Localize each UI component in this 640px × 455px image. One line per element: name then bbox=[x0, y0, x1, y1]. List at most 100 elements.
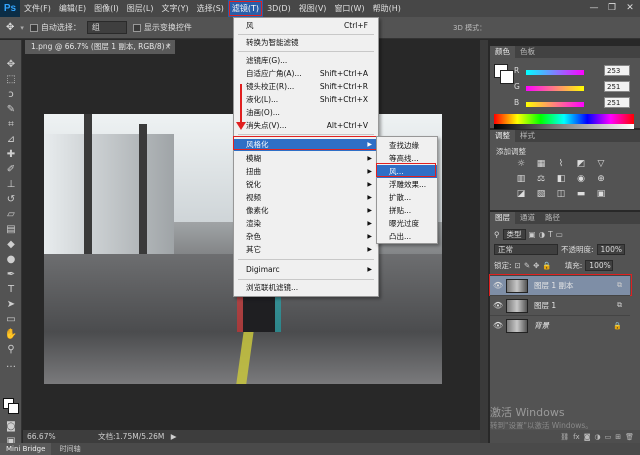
quick-mask-icon[interactable]: ◙ bbox=[3, 420, 19, 433]
invert-icon[interactable]: ◪ bbox=[514, 188, 528, 200]
new-group-icon[interactable]: ▭ bbox=[605, 433, 612, 441]
brightness-icon[interactable]: ☼ bbox=[514, 158, 528, 170]
document-tab[interactable]: 1.png @ 66.7% (图层 1 副本, RGB/8) * × bbox=[25, 40, 175, 54]
menu-3d[interactable]: 3D(D) bbox=[263, 0, 295, 17]
link-layers-icon[interactable]: ⛓ bbox=[560, 433, 569, 441]
green-slider[interactable]: G 251 bbox=[514, 81, 636, 94]
tab-mini-bridge[interactable]: Mini Bridge bbox=[0, 443, 52, 455]
eyedropper-icon[interactable]: ⊿ bbox=[3, 133, 19, 146]
menu-window[interactable]: 窗口(W) bbox=[330, 0, 368, 17]
filter-render[interactable]: 渲染 ▶ bbox=[234, 218, 378, 230]
restore-icon[interactable]: ❐ bbox=[604, 0, 620, 17]
filter-pixelate[interactable]: 像素化 ▶ bbox=[234, 205, 378, 217]
lasso-icon[interactable]: ↄ bbox=[3, 88, 19, 101]
red-slider[interactable]: R 253 bbox=[514, 65, 636, 78]
new-layer-icon[interactable]: ⊞ bbox=[615, 433, 621, 441]
filter-lens-correction[interactable]: 镜头校正(R)... Shift+Ctrl+R bbox=[234, 81, 378, 93]
filter-adaptive-wide-angle[interactable]: 自适应广角(A)... Shift+Ctrl+A bbox=[234, 68, 378, 80]
hue-saturation-icon[interactable]: ▥ bbox=[514, 173, 528, 185]
filter-last-wind[interactable]: 风 Ctrl+F bbox=[234, 20, 378, 32]
close-icon[interactable]: ✕ bbox=[622, 0, 638, 17]
exposure-icon[interactable]: ◩ bbox=[574, 158, 588, 170]
gradient-map-icon[interactable]: ▬ bbox=[574, 188, 588, 200]
tab-styles[interactable]: 样式 bbox=[515, 130, 540, 142]
stylize-trace-contour[interactable]: 等高线... bbox=[377, 152, 437, 165]
fill-field[interactable]: 100% bbox=[585, 260, 614, 271]
type-icon[interactable]: T bbox=[3, 283, 19, 296]
tool-preset-arrow-icon[interactable]: ▾ bbox=[20, 24, 24, 32]
photo-filter-icon[interactable]: ◉ bbox=[574, 173, 588, 185]
stylize-wind[interactable]: 风... bbox=[377, 165, 437, 178]
grayscale-ramp[interactable] bbox=[494, 124, 634, 129]
close-document-icon[interactable]: × bbox=[165, 40, 171, 54]
filter-shape-icon[interactable]: ▭ bbox=[556, 230, 563, 239]
brush-icon[interactable]: ✐ bbox=[3, 163, 19, 176]
delete-layer-icon[interactable]: 🗑 bbox=[625, 433, 634, 441]
menu-select[interactable]: 选择(S) bbox=[193, 0, 228, 17]
menu-layer[interactable]: 图层(L) bbox=[123, 0, 158, 17]
zoom-icon[interactable]: ⚲ bbox=[3, 343, 19, 356]
red-value-field[interactable]: 253 bbox=[604, 65, 630, 76]
tab-channels[interactable]: 通道 bbox=[515, 212, 540, 224]
filter-browse-online[interactable]: 浏览联机滤镜... bbox=[234, 282, 378, 294]
quick-select-icon[interactable]: ✎ bbox=[3, 103, 19, 116]
filter-distort[interactable]: 扭曲 ▶ bbox=[234, 166, 378, 178]
filter-vanishing-point[interactable]: 消失点(V)... Alt+Ctrl+V bbox=[234, 120, 378, 132]
levels-icon[interactable]: ▦ bbox=[534, 158, 548, 170]
opacity-field[interactable]: 100% bbox=[596, 244, 625, 255]
lock-transparency-icon[interactable]: ⊡ bbox=[515, 261, 521, 270]
auto-select-dropdown[interactable]: 组 bbox=[86, 21, 127, 34]
menu-edit[interactable]: 编辑(E) bbox=[55, 0, 90, 17]
filter-liquify[interactable]: 液化(L)... Shift+Ctrl+X bbox=[234, 94, 378, 106]
layer-style-icon[interactable]: fx bbox=[573, 433, 580, 441]
color-balance-icon[interactable]: ⚖ bbox=[534, 173, 548, 185]
posterize-icon[interactable]: ▧ bbox=[534, 188, 548, 200]
curves-icon[interactable]: ⌇ bbox=[554, 158, 568, 170]
crop-icon[interactable]: ⌗ bbox=[3, 118, 19, 131]
vibrance-icon[interactable]: ▽ bbox=[594, 158, 608, 170]
tab-paths[interactable]: 路径 bbox=[540, 212, 565, 224]
filter-text-icon[interactable]: T bbox=[548, 230, 553, 239]
channel-mixer-icon[interactable]: ⊕ bbox=[594, 173, 608, 185]
green-value-field[interactable]: 251 bbox=[604, 81, 630, 92]
healing-brush-icon[interactable]: ✚ bbox=[3, 148, 19, 161]
minimize-icon[interactable]: — bbox=[586, 0, 602, 17]
layer-kind-filter[interactable]: 类型 bbox=[502, 229, 526, 240]
filter-digimarc[interactable]: Digimarc ▶ bbox=[234, 264, 378, 276]
stylize-solarize[interactable]: 曝光过度 bbox=[377, 217, 437, 230]
move-tool-icon[interactable]: ✥ bbox=[6, 22, 14, 33]
menu-type[interactable]: 文字(Y) bbox=[157, 0, 192, 17]
filter-convert-smart[interactable]: 转换为智能滤镜 bbox=[234, 37, 378, 49]
more-tools-icon[interactable]: … bbox=[3, 358, 19, 371]
tab-swatches[interactable]: 色板 bbox=[515, 46, 540, 58]
zoom-level[interactable]: 66.67% bbox=[27, 432, 56, 441]
blend-mode-dropdown[interactable]: 正常 bbox=[494, 244, 558, 255]
history-brush-icon[interactable]: ↺ bbox=[3, 193, 19, 206]
layer-row[interactable]: 👁 图层 1 副本 ⧉ bbox=[490, 275, 630, 295]
menu-view[interactable]: 视图(V) bbox=[295, 0, 331, 17]
menu-filter[interactable]: 滤镜(T) bbox=[227, 0, 264, 17]
lock-pixels-icon[interactable]: ✎ bbox=[524, 261, 530, 270]
filter-video[interactable]: 视频 ▶ bbox=[234, 192, 378, 204]
marquee-icon[interactable]: ⬚ bbox=[3, 73, 19, 86]
filter-pixel-icon[interactable]: ▣ bbox=[529, 230, 536, 239]
menu-file[interactable]: 文件(F) bbox=[20, 0, 55, 17]
menu-image[interactable]: 图像(I) bbox=[90, 0, 123, 17]
status-arrow-icon[interactable]: ▶ bbox=[171, 432, 177, 441]
filter-oil-paint[interactable]: 油画(O)... bbox=[234, 107, 378, 119]
stylize-diffuse[interactable]: 扩散... bbox=[377, 191, 437, 204]
stylize-tiles[interactable]: 拼贴... bbox=[377, 204, 437, 217]
eye-icon[interactable]: 👁 bbox=[490, 301, 506, 310]
tab-timeline[interactable]: 时间轴 bbox=[54, 443, 87, 455]
tab-adjustments[interactable]: 调整 bbox=[490, 130, 515, 142]
layer-row[interactable]: 👁 图层 1 ⧉ bbox=[490, 295, 630, 315]
lock-all-icon[interactable]: 🔒 bbox=[542, 261, 551, 270]
selective-color-icon[interactable]: ▣ bbox=[594, 188, 608, 200]
gradient-icon[interactable]: ▤ bbox=[3, 223, 19, 236]
background-color-swatch[interactable] bbox=[8, 403, 19, 414]
filter-stylize[interactable]: 风格化 ▶ bbox=[234, 139, 378, 151]
layer-row[interactable]: 👁 背景 🔒 bbox=[490, 315, 630, 335]
new-adjustment-icon[interactable]: ◑ bbox=[595, 433, 601, 441]
blue-value-field[interactable]: 251 bbox=[604, 97, 630, 108]
move-icon[interactable]: ✥ bbox=[3, 58, 19, 71]
